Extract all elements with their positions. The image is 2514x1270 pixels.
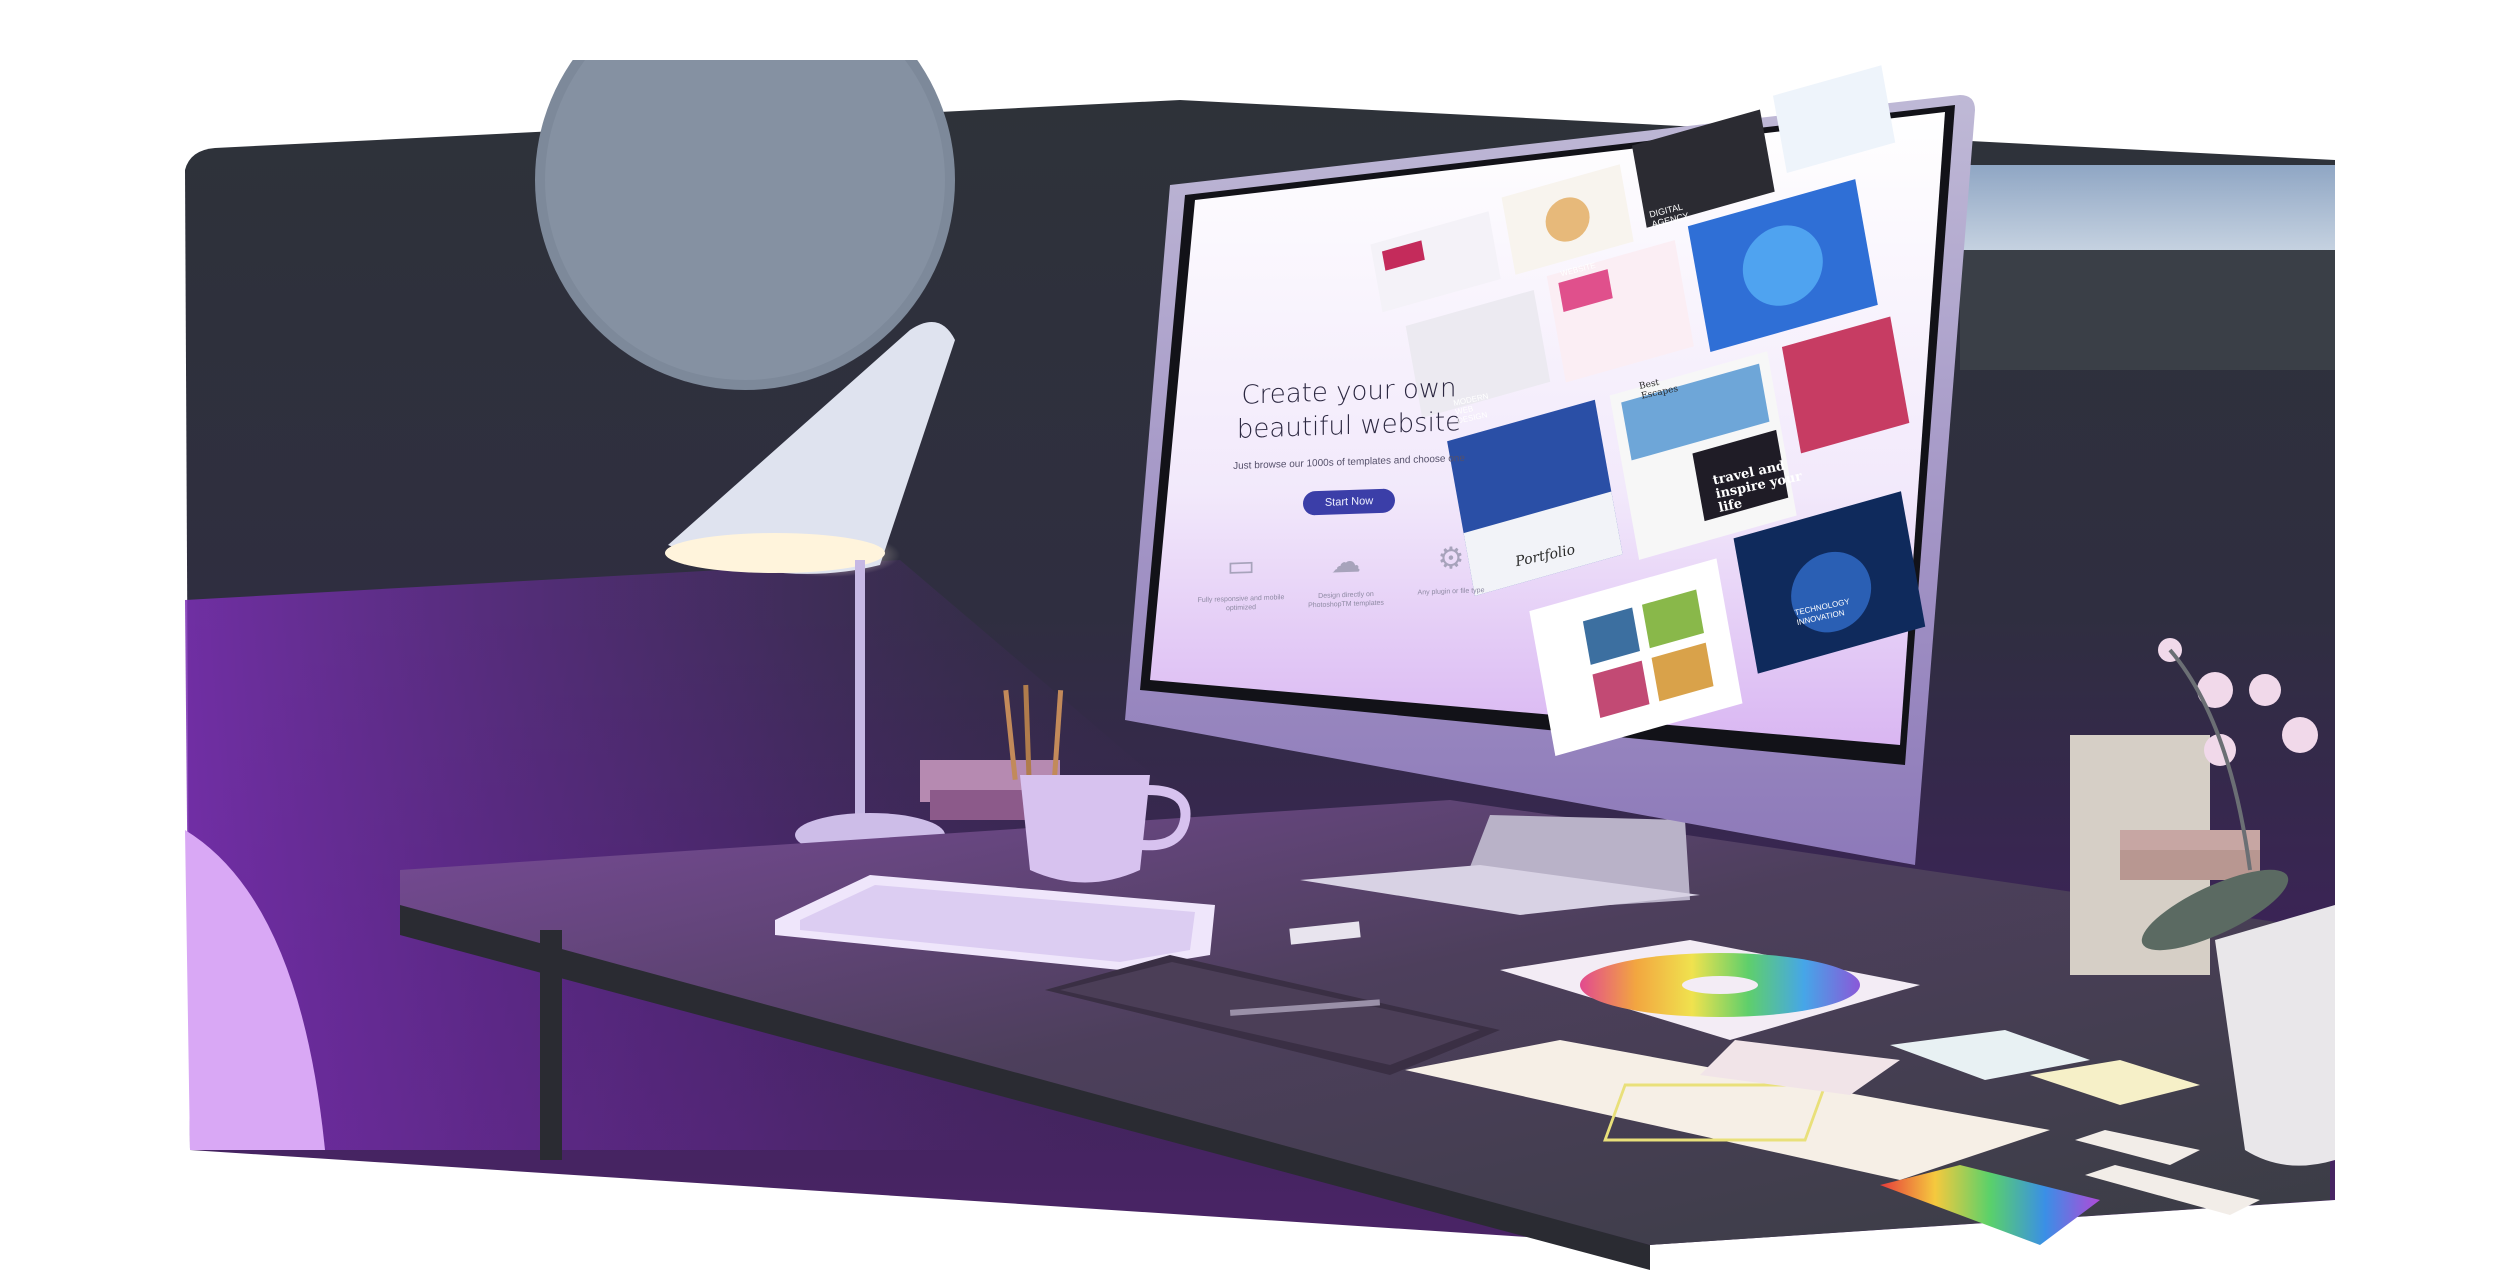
feature-plugins: ⚙ Any plugin or file type: [1406, 540, 1496, 607]
feature-text: Fully responsive and mobile optimized: [1197, 594, 1285, 613]
feature-list: ▭ Fully responsive and mobile optimized …: [1196, 540, 1496, 614]
feature-text: Design directly on PhotoshopTM templates: [1308, 591, 1384, 610]
gears-icon: ⚙: [1437, 541, 1465, 576]
desk-lamp-stem: [855, 560, 865, 825]
window-light: [1960, 165, 2335, 255]
cloud-icon: ☁: [1331, 545, 1361, 580]
coffee-mug: [1020, 775, 1150, 883]
desk-leg: [540, 930, 562, 1160]
feature-responsive: ▭ Fully responsive and mobile optimized: [1196, 547, 1286, 614]
start-now-button[interactable]: Start Now: [1303, 488, 1395, 516]
feature-cloud: ☁ Design directly on PhotoshopTM templat…: [1301, 543, 1391, 610]
devices-icon: ▭: [1226, 549, 1256, 584]
feature-text: Any plugin or file type: [1417, 587, 1485, 597]
hero-section: Create your own beautiful website Just b…: [1184, 369, 1514, 520]
monitor-screen-content: Create your own beautiful website Just b…: [1156, 190, 1936, 710]
hero-subtitle: Just browse our 1000s of templates and c…: [1233, 452, 1465, 473]
